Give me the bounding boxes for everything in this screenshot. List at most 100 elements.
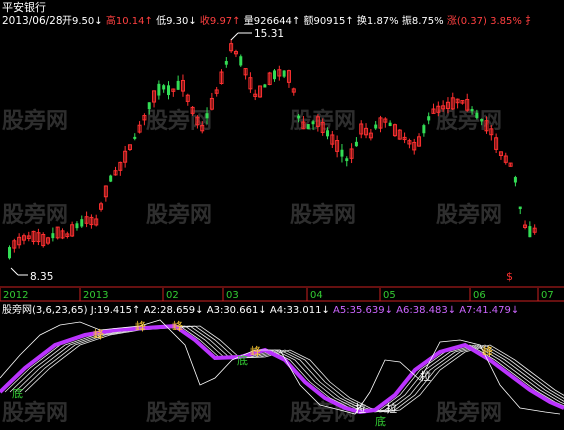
candle-body <box>326 130 329 137</box>
quote-field-value: 1.87% <box>367 16 399 27</box>
quote-field-label: 额 <box>304 14 314 27</box>
signal-label: 峰 <box>93 328 104 341</box>
indicator-value-label: A7: <box>459 305 476 316</box>
quote-field-label: 高 <box>106 14 116 27</box>
date-label: 02 <box>166 290 179 301</box>
watermark-text: 股旁网 <box>2 202 68 228</box>
quote-field-value: (0.37) <box>457 16 487 27</box>
indicator-value: 28.659↓ <box>160 305 203 316</box>
signal-label: 峰 <box>172 320 183 333</box>
candle-body <box>345 158 349 162</box>
watermark-text: 股旁网 <box>436 108 502 134</box>
quote-field-value: 926644 <box>254 16 292 27</box>
indicator-value: 30.661↓ <box>223 305 266 316</box>
candle-body <box>297 115 301 119</box>
quote-field: 量926644↑ <box>244 15 304 27</box>
date-label: 03 <box>226 290 239 301</box>
candle-body <box>340 149 344 157</box>
candle-body <box>51 233 55 239</box>
candle-body <box>224 61 228 65</box>
candle-body <box>263 84 267 88</box>
candle-body <box>518 206 522 210</box>
watermark-text: 股旁网 <box>436 400 502 426</box>
indicator-value: 33.011↓ <box>286 305 329 316</box>
candle-body <box>8 247 11 259</box>
candle-body <box>162 85 166 90</box>
signal-label: 底 <box>375 414 386 428</box>
signal-label: 峰 <box>250 345 261 358</box>
candle-body <box>306 124 310 130</box>
quote-field: 3.85% <box>490 16 525 27</box>
quote-fields-text: 开9.50↓ 高10.14↑ 低9.30↓ 收9.97↑ 量926644↑ 额9… <box>62 14 535 27</box>
indicator-params: (3,6,23,65) <box>32 305 88 316</box>
quote-field-label: 涨 <box>447 15 457 27</box>
candle-body <box>528 226 532 238</box>
watermark-text: 股旁网 <box>146 400 212 426</box>
max-price-label: 15.31 <box>254 28 284 40</box>
indicator-value-label: A4: <box>270 305 287 316</box>
time-axis: 2012 2013 02 03 04 05 06 07 <box>0 288 564 302</box>
candle-body <box>176 80 180 90</box>
quote-field-arrow: ↓ <box>94 16 102 27</box>
indicator-value-label: A5: <box>333 305 350 316</box>
candle[interactable] <box>239 54 243 67</box>
indicator-header[interactable]: 股旁网(3,6,23,65) J:19.415↑ A2:28.659↓ A3:3… <box>2 303 519 316</box>
signal-label: 底 <box>237 353 248 367</box>
candle[interactable] <box>109 174 113 183</box>
candle[interactable] <box>306 124 310 130</box>
indicator-header-text: 股旁网(3,6,23,65) J:19.415↑ A2:28.659↓ A3:3… <box>2 303 519 316</box>
date-label: 05 <box>383 290 396 301</box>
indicator-value-label: J: <box>90 305 97 316</box>
quote-field: 扌 <box>525 14 535 27</box>
candle-body <box>80 219 84 227</box>
candle[interactable] <box>41 232 46 248</box>
quote-field-value: 9.97 <box>210 16 232 27</box>
quote-field-value: 9.30 <box>166 16 188 27</box>
candle[interactable] <box>397 129 402 140</box>
date-label: 2013/06/28 <box>2 15 63 27</box>
stock-chart[interactable]: 平安银行 2013/06/28 开9.50↓ 高10.14↑ 低9.30↓ 收9… <box>0 0 564 430</box>
candle[interactable] <box>263 83 267 88</box>
quote-field-arrow: ↓ <box>188 16 196 27</box>
watermark-text: 股旁网 <box>146 202 212 228</box>
quote-field-value: 8.75% <box>412 16 444 27</box>
indicator-value: 19.415↑ <box>97 305 140 316</box>
indicator-name: 股旁网 <box>2 303 32 316</box>
candle-body <box>374 124 378 129</box>
candle-body <box>133 136 137 139</box>
watermark-text: 股旁网 <box>2 400 68 426</box>
quote-field-label: 低 <box>156 14 166 27</box>
watermark-text: 股旁网 <box>290 202 356 228</box>
date-label: 06 <box>473 290 486 301</box>
date-label: 2012 <box>3 290 28 301</box>
quote-field-arrow: ↑ <box>292 16 300 27</box>
candle[interactable] <box>258 85 263 98</box>
candle[interactable] <box>267 71 272 86</box>
candle-body <box>311 121 315 125</box>
candle[interactable] <box>508 162 513 167</box>
candle-body <box>109 175 113 182</box>
quote-field: 振8.75% <box>402 14 447 27</box>
quote-bar: 开9.50↓ 高10.14↑ 低9.30↓ 收9.97↑ 量926644↑ 额9… <box>62 14 535 27</box>
quote-field-value: 90915 <box>314 16 346 27</box>
candle-body <box>75 223 79 229</box>
indicator-value-label: A2: <box>144 305 161 316</box>
quote-field-label: 振 <box>402 14 412 27</box>
candle-body <box>427 116 431 121</box>
signal-label: 峰 <box>482 345 493 358</box>
quote-field-label: 扌 <box>525 14 535 27</box>
candle[interactable] <box>55 226 60 240</box>
date-label: 2013 <box>83 290 108 301</box>
watermark-text: 股旁网 <box>2 108 68 134</box>
quote-field-label: 开 <box>62 16 72 27</box>
quote-field: 高10.14↑ <box>106 14 156 27</box>
candle-body <box>147 102 151 110</box>
quote-field-value: 10.14 <box>116 16 145 27</box>
signal-label: 拉 <box>420 369 431 383</box>
quote-field-label: 收 <box>200 14 210 27</box>
candle[interactable] <box>8 245 11 260</box>
candle[interactable] <box>392 123 397 137</box>
watermark-text: 股旁网 <box>436 202 502 228</box>
dollar-marker-icon: $ <box>506 270 513 283</box>
indicator-value: 41.479↓ <box>476 305 519 316</box>
